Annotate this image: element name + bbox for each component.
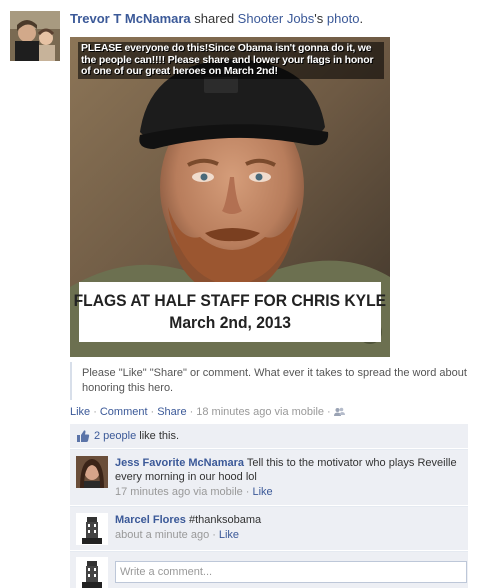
avatar-photo [10, 11, 60, 61]
comment-link[interactable]: Comment [100, 406, 148, 418]
comment-like-link[interactable]: Like [252, 486, 272, 498]
comment-body: Marcel Flores #thanksobama [115, 513, 462, 527]
likers-link[interactable]: 2 people [94, 430, 136, 442]
likes-row: 2 people like this. [70, 424, 468, 448]
photo-overlay-text: PLEASE everyone do this!Since Obama isn'… [78, 42, 384, 79]
separator: · [212, 529, 216, 541]
story-timestamp[interactable]: 18 minutes ago via mobile [196, 406, 324, 418]
source-page-link[interactable]: Shooter Jobs [238, 11, 315, 26]
story-period: . [359, 11, 364, 26]
comment-meta: 17 minutes ago via mobile · Like [115, 485, 462, 500]
photo-caption: Please "Like" "Share" or comment. What e… [70, 362, 468, 400]
banner-title: FLAGS AT HALF STAFF FOR CHRIS KYLE [73, 291, 387, 310]
comment-author-link[interactable]: Jess Favorite McNamara [115, 457, 244, 469]
friends-icon[interactable] [333, 407, 345, 421]
banner-date: March 2nd, 2013 [169, 313, 291, 332]
story-verb: shared [194, 11, 235, 26]
shared-photo[interactable]: PLEASE everyone do this!Since Obama isn'… [70, 37, 390, 357]
comment-like-link[interactable]: Like [219, 529, 239, 541]
commenter-avatar[interactable] [76, 513, 108, 545]
comment-item: Jess Favorite McNamara Tell this to the … [70, 449, 468, 505]
comment-body: Jess Favorite McNamara Tell this to the … [115, 456, 462, 484]
story-header: Trevor T McNamara shared Shooter Jobs's … [70, 10, 480, 27]
separator: · [245, 486, 250, 498]
actor-name-link[interactable]: Trevor T McNamara [70, 11, 191, 26]
viewer-avatar [76, 557, 108, 588]
photo-link[interactable]: photo [327, 11, 360, 26]
separator: · [327, 406, 331, 418]
story-actions: Like · Comment · Share · 18 minutes ago via mo… [70, 405, 470, 421]
like-link[interactable]: Like [70, 406, 90, 418]
feedback-section: 2 people like this. Jess Favorite McNama… [70, 424, 468, 588]
comment-item: Marcel Flores #thanksobama about a minut… [70, 506, 468, 550]
story-possessive: 's [314, 11, 324, 26]
photo-banner: FLAGS AT HALF STAFF FOR CHRIS KYLE March… [74, 282, 386, 342]
separator: · [93, 406, 97, 418]
comment-meta: about a minute ago · Like [115, 528, 462, 543]
comment-composer [70, 551, 468, 588]
actor-avatar[interactable] [10, 11, 60, 61]
comment-text: #thanksobama [188, 514, 262, 526]
thumbs-up-icon [76, 429, 90, 443]
separator: · [189, 406, 194, 418]
comment-author-link[interactable]: Marcel Flores [115, 514, 186, 526]
comment-timestamp[interactable]: about a minute ago [115, 529, 209, 541]
commenter-avatar[interactable] [76, 456, 108, 488]
separator: · [150, 406, 155, 418]
comment-input[interactable] [115, 561, 467, 583]
comment-timestamp[interactable]: 17 minutes ago via mobile [115, 486, 243, 498]
likes-suffix: like this. [139, 430, 180, 442]
share-link[interactable]: Share [157, 406, 186, 418]
